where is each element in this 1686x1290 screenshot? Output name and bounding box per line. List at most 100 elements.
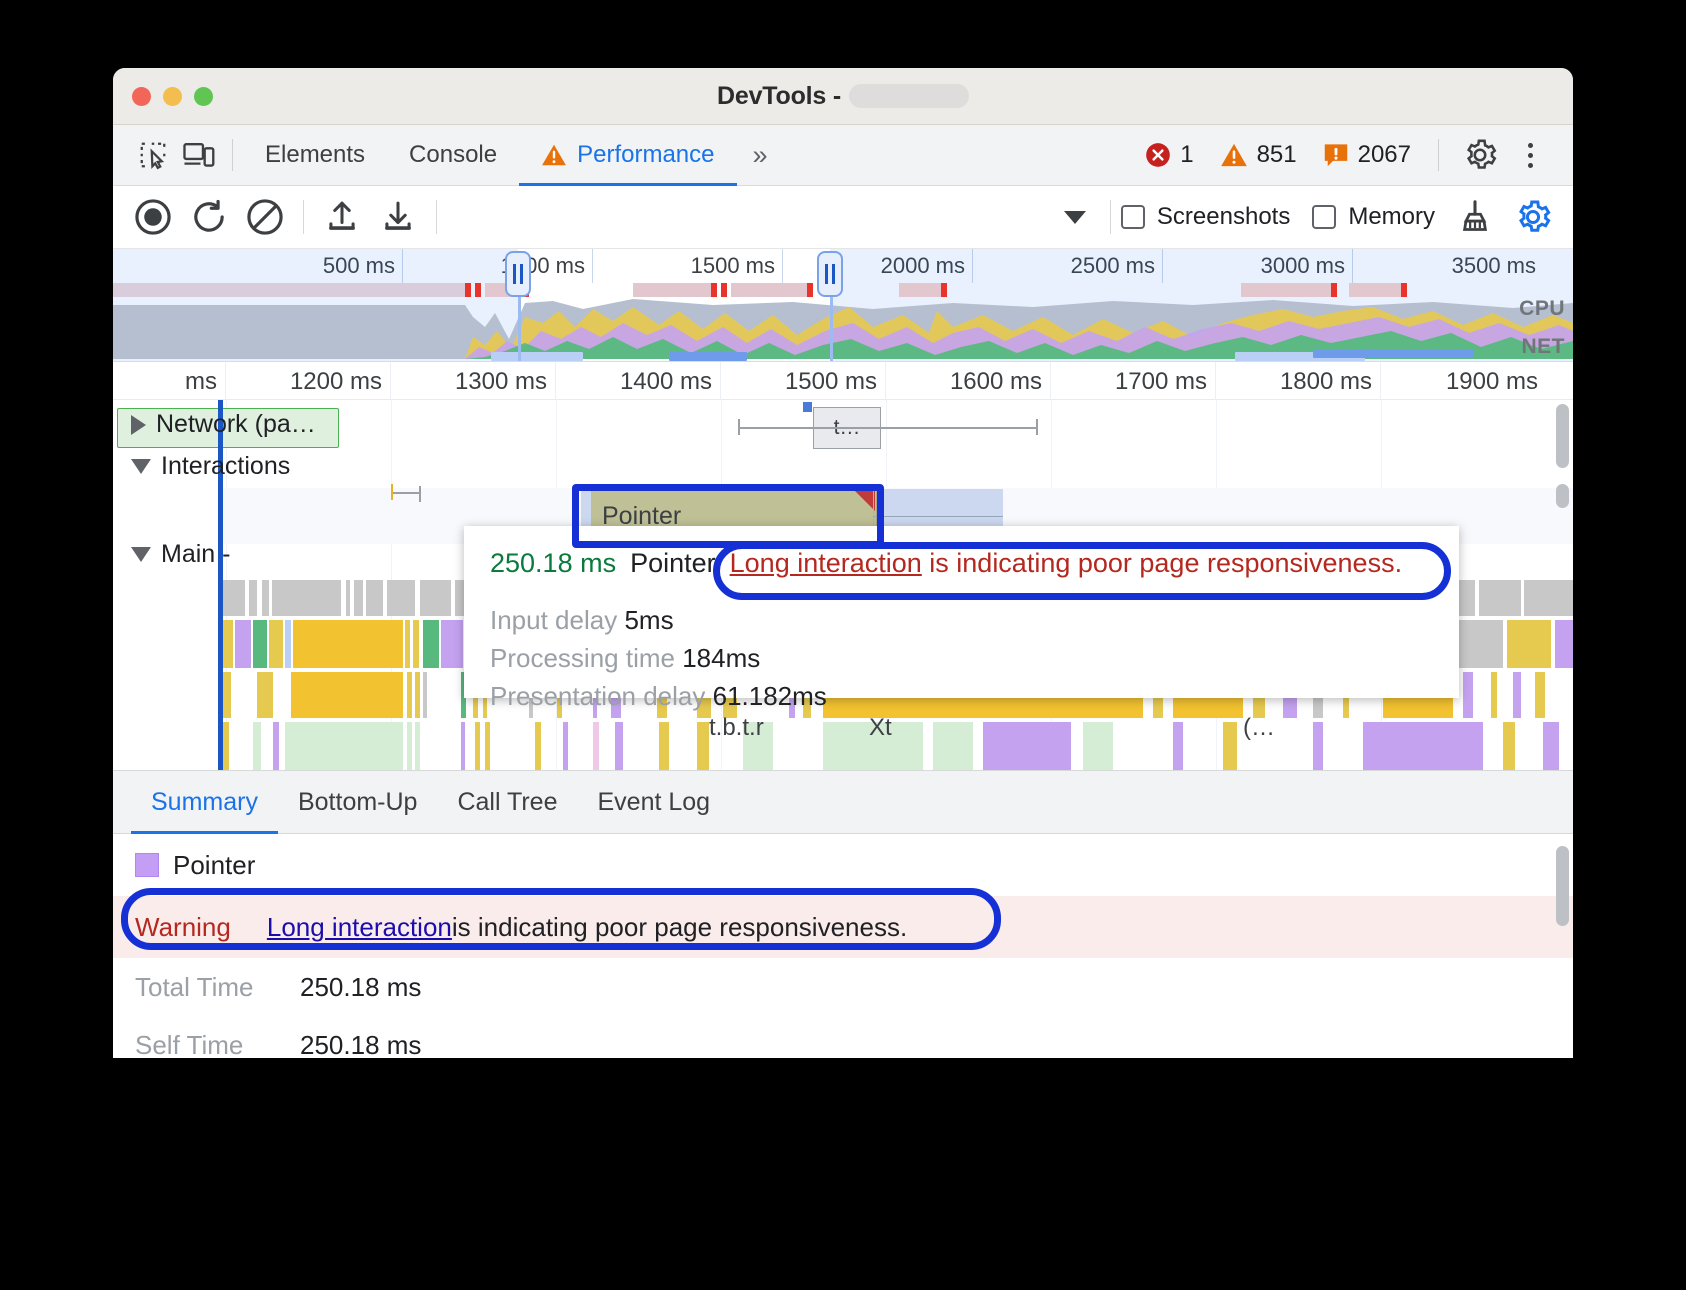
timeline-flamechart[interactable]: ms 1200 ms 1300 ms 1400 ms 1500 ms 1600 … [113, 362, 1573, 770]
net-segment [113, 283, 465, 297]
tooltip-warning-link[interactable]: Long interaction [730, 548, 922, 578]
chevron-down-icon[interactable] [131, 547, 151, 562]
flame-label-xt[interactable]: Xt [869, 714, 892, 742]
warning-count: 851 [1257, 141, 1297, 169]
net-marker [721, 283, 727, 297]
overview-network-bar [669, 352, 747, 361]
tooltip-warning: Long interaction is indicating poor page… [730, 548, 1402, 579]
minimize-window-icon[interactable] [163, 87, 182, 106]
tooltip-duration: 250.18 ms [490, 548, 616, 579]
overview-window-left-handle[interactable] [505, 251, 531, 297]
overview-tick: 2000 ms [783, 249, 973, 283]
track-header-network[interactable]: Network (pa… [113, 410, 316, 439]
window-title-chip [849, 84, 969, 108]
chevron-right-icon[interactable] [131, 415, 146, 435]
overview-tick: 500 ms [113, 249, 403, 283]
tab-bottom-up[interactable]: Bottom-Up [278, 770, 437, 834]
tab-elements[interactable]: Elements [243, 125, 387, 186]
collect-garbage-button[interactable] [1457, 199, 1493, 235]
controls-divider-3 [1110, 200, 1111, 234]
timeline-tick: 1700 ms [1051, 362, 1216, 400]
summary-warning-text: is indicating poor page responsiveness. [452, 912, 907, 943]
overview-tick: 2500 ms [973, 249, 1163, 283]
network-whisker-cap [738, 419, 740, 435]
summary-warning-row: Warning Long interaction is indicating p… [113, 896, 1573, 958]
pointer-warning-triangle-icon [853, 489, 875, 511]
overview-cpu-label: CPU [1519, 297, 1565, 321]
history-dropdown[interactable] [447, 195, 1100, 239]
net-marker [1331, 283, 1337, 297]
tooltip-key: Input delay [490, 605, 617, 635]
tab-summary-label: Summary [151, 788, 258, 817]
flame-label-tbtr[interactable]: t.b.t.r [709, 714, 764, 742]
screenshots-checkbox-box[interactable] [1121, 205, 1145, 229]
tooltip-value: 184ms [682, 643, 760, 673]
screenshots-checkbox[interactable]: Screenshots [1121, 203, 1290, 231]
network-whisker [738, 427, 1038, 429]
overview-window-right-handle[interactable] [817, 251, 843, 297]
error-circle-icon [1145, 142, 1171, 168]
tab-summary[interactable]: Summary [131, 770, 278, 834]
summary-self-time-row: Self Time 250.18 ms [113, 1016, 1573, 1058]
save-profile-button[interactable] [370, 189, 426, 245]
reload-and-record-button[interactable] [181, 189, 237, 245]
error-counter[interactable]: 1 [1136, 141, 1202, 169]
kebab-dot [1528, 143, 1533, 148]
overview-network-strip [113, 283, 1573, 297]
net-marker [711, 283, 717, 297]
summary-total-time-row: Total Time 250.18 ms [113, 958, 1573, 1016]
warning-counter[interactable]: 851 [1211, 141, 1306, 169]
screenshot-root: DevTools - Elem [0, 0, 1686, 1290]
inspect-element-icon[interactable] [130, 132, 176, 178]
memory-checkbox[interactable]: Memory [1312, 203, 1435, 231]
controls-divider [303, 200, 304, 234]
capture-settings-button[interactable] [1515, 199, 1551, 235]
devtools-settings-button[interactable] [1457, 138, 1503, 172]
net-segment [633, 283, 711, 297]
chevron-down-icon[interactable] [131, 459, 151, 474]
tab-call-tree-label: Call Tree [457, 788, 557, 817]
tab-event-log[interactable]: Event Log [578, 770, 731, 834]
tooltip-value: 61.182ms [713, 681, 827, 711]
track-header-main[interactable]: Main - [113, 540, 230, 569]
handle-grip [520, 264, 523, 284]
details-scrollbar-thumb[interactable] [1556, 846, 1569, 926]
overview-tick: 1500 ms [593, 249, 783, 283]
track-header-interactions[interactable]: Interactions [113, 452, 290, 481]
close-window-icon[interactable] [132, 87, 151, 106]
flamechart-scrollbar-thumb[interactable] [1556, 404, 1569, 468]
issue-message-icon [1323, 142, 1349, 168]
tab-console[interactable]: Console [387, 125, 519, 186]
interaction-whisker-cap [391, 484, 393, 500]
tab-performance[interactable]: Performance [519, 125, 736, 186]
clear-recording-button[interactable] [237, 189, 293, 245]
flamechart-scrollbar-thumb-2[interactable] [1556, 484, 1569, 508]
interaction-whisker [391, 492, 421, 494]
tab-call-tree[interactable]: Call Tree [437, 770, 577, 834]
zoom-window-icon[interactable] [194, 87, 213, 106]
flame-label-paren[interactable]: (… [1243, 714, 1275, 742]
tab-console-label: Console [409, 141, 497, 169]
memory-checkbox-box[interactable] [1312, 205, 1336, 229]
summary-total-time-value: 250.18 ms [300, 972, 421, 1003]
load-profile-button[interactable] [314, 189, 370, 245]
issues-counter[interactable]: 2067 [1314, 141, 1420, 169]
timeline-tick: 1400 ms [556, 362, 721, 400]
devtools-more-options-button[interactable] [1511, 143, 1549, 168]
summary-event-row: Pointer [113, 834, 1573, 896]
tooltip-row-processing-time: Processing time 184ms [490, 643, 1433, 674]
performance-controls-toolbar: Screenshots Memory [113, 186, 1573, 249]
window-title: DevTools - [717, 82, 841, 111]
record-button[interactable] [125, 189, 181, 245]
device-toolbar-icon[interactable] [176, 132, 222, 178]
net-segment [1349, 283, 1401, 297]
flamechart-ruler: ms 1200 ms 1300 ms 1400 ms 1500 ms 1600 … [113, 362, 1573, 400]
handle-grip [825, 264, 828, 284]
more-tabs-button[interactable]: » [737, 140, 780, 171]
timeline-tick: 1800 ms [1216, 362, 1381, 400]
summary-warning-link[interactable]: Long interaction [267, 912, 452, 943]
traffic-light-buttons[interactable] [132, 87, 213, 106]
summary-total-time-key: Total Time [135, 972, 300, 1003]
details-panel: Summary Bottom-Up Call Tree Event Log Po… [113, 770, 1573, 1058]
timeline-overview[interactable]: 500 ms 1000 ms 1500 ms 2000 ms 2500 ms 3… [113, 249, 1573, 362]
